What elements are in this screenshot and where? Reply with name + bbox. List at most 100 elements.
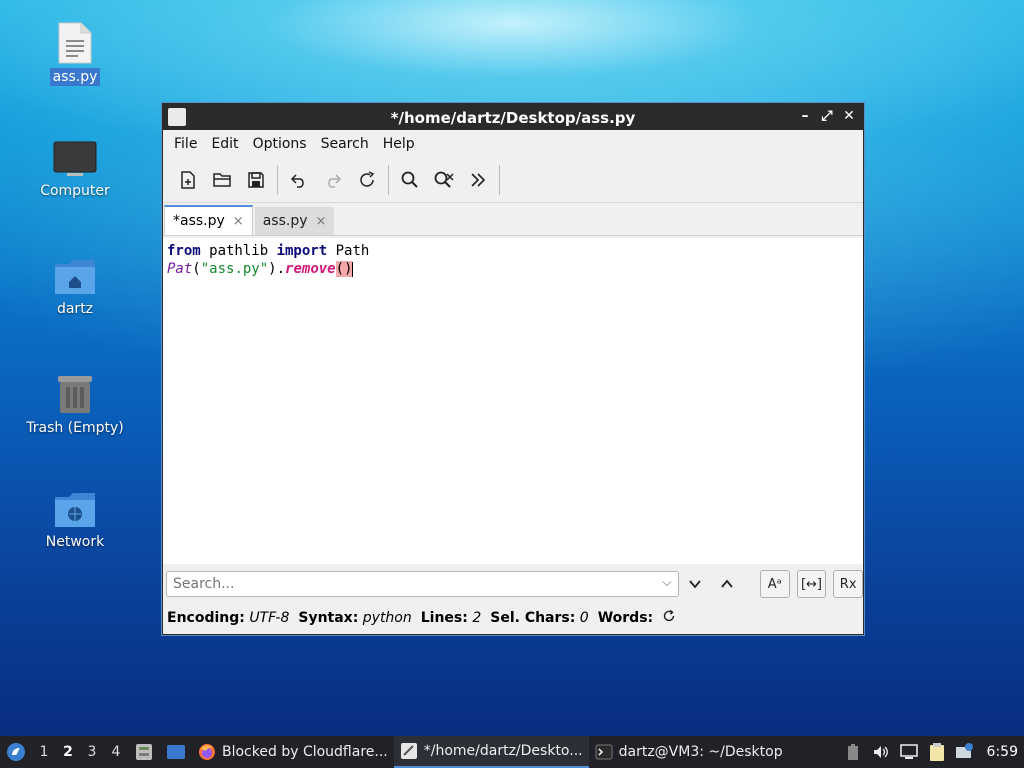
network-icon[interactable] [898, 741, 920, 763]
task-label: Blocked by Cloudflare... [222, 744, 388, 760]
tab-close-icon[interactable]: × [316, 214, 327, 229]
clock[interactable]: 6:59 [987, 744, 1018, 760]
double-chevron-right-icon [471, 173, 486, 187]
window-titlebar[interactable]: */home/dartz/Desktop/ass.py – ⤢ ✕ [163, 104, 863, 130]
update-notifier-icon[interactable] [954, 741, 976, 763]
window-title: */home/dartz/Desktop/ass.py [390, 109, 636, 127]
find-button[interactable] [393, 163, 427, 197]
chevron-down-icon[interactable]: ⌵ [662, 575, 671, 590]
search-input[interactable] [167, 572, 659, 596]
desktop-icon-computer[interactable]: Computer [20, 140, 130, 200]
battery-icon[interactable] [842, 741, 864, 763]
go-to-button[interactable] [461, 163, 495, 197]
refresh-icon [663, 609, 675, 622]
tab-ass-py[interactable]: ass.py × [254, 207, 335, 235]
tab-ass-py-modified[interactable]: *ass.py × [164, 205, 253, 235]
desktop-icon-label: Computer [40, 183, 110, 199]
toolbar-separator [499, 165, 500, 195]
new-document-button[interactable] [171, 163, 205, 197]
task-mousepad[interactable]: */home/dartz/Deskto... [393, 736, 589, 768]
code-paren: ( [192, 261, 201, 277]
save-button[interactable] [239, 163, 273, 197]
undo-button[interactable] [282, 163, 316, 197]
menu-file[interactable]: File [167, 136, 204, 152]
code-text: Path [327, 243, 370, 259]
refresh-words-button[interactable] [662, 609, 676, 627]
status-words: Words: [597, 610, 654, 626]
desktop-icon-trash[interactable]: Trash (Empty) [20, 373, 130, 437]
match-case-button[interactable]: Aᵃ [759, 570, 790, 598]
search-bar: ⌵ Aᵃ [↔] Rx [163, 564, 864, 604]
workspace-3[interactable]: 3 [80, 744, 104, 760]
desktop-icon [167, 745, 185, 759]
firefox-icon [199, 744, 215, 760]
find-replace-button[interactable] [427, 163, 461, 197]
task-firefox[interactable]: Blocked by Cloudflare... [192, 736, 394, 768]
undo-icon [290, 174, 304, 188]
code-paren: ). [268, 261, 286, 277]
volume-icon[interactable] [870, 741, 892, 763]
code-class-name: Pat [167, 261, 193, 277]
find-next-button[interactable] [681, 569, 711, 599]
desktop-icon-label: dartz [56, 301, 94, 317]
new-document-icon [181, 171, 195, 189]
encoding-value: UTF-8 [249, 610, 290, 626]
code-editor[interactable]: from pathlib import Path Pat("ass.py").r… [163, 238, 863, 564]
reload-icon [360, 171, 375, 187]
file-manager-launcher[interactable] [128, 736, 160, 768]
workspace-1[interactable]: 1 [32, 744, 56, 760]
open-button[interactable] [205, 163, 239, 197]
desktop-icon-dartz[interactable]: dartz [20, 258, 130, 318]
regex-button[interactable]: Rx [833, 570, 864, 598]
code-line-2: Pat("ass.py").remove() [167, 261, 859, 279]
lines-value: 2 [472, 610, 482, 626]
minimize-button[interactable]: – [797, 107, 813, 125]
menubar: File Edit Options Search Help [163, 130, 863, 158]
tab-label: ass.py [262, 213, 308, 229]
clipboard-icon[interactable] [926, 741, 948, 763]
whole-word-button[interactable]: [↔] [796, 570, 827, 598]
taskbar: 1 2 3 4 Blocked by Cloudflare... */home/… [0, 736, 1024, 768]
menu-edit[interactable]: Edit [204, 136, 245, 152]
find-previous-button[interactable] [712, 569, 742, 599]
code-text: pathlib [200, 243, 277, 259]
start-menu-button[interactable] [0, 736, 32, 768]
workspace-2[interactable]: 2 [56, 744, 80, 760]
status-bar: Encoding: UTF-8 Syntax: python Lines: 2 … [163, 604, 863, 632]
workspace-4[interactable]: 4 [104, 744, 128, 760]
redo-button[interactable] [316, 163, 350, 197]
tab-label: *ass.py [173, 213, 225, 229]
menu-options[interactable]: Options [246, 136, 314, 152]
menu-help[interactable]: Help [376, 136, 422, 152]
network-folder-icon [55, 493, 95, 527]
maximize-button[interactable]: ⤢ [819, 107, 835, 125]
menu-search[interactable]: Search [314, 136, 376, 152]
find-replace-icon [434, 171, 454, 188]
folder-open-icon [213, 173, 231, 187]
status-lines: Lines: 2 [420, 610, 482, 626]
show-desktop-button[interactable] [160, 736, 192, 768]
keyword-import: import [276, 243, 328, 259]
close-button[interactable]: ✕ [841, 107, 857, 125]
status-syntax[interactable]: Syntax: python [298, 610, 411, 626]
search-field[interactable]: ⌵ [166, 571, 679, 597]
reload-button[interactable] [350, 163, 384, 197]
matched-parens: () [335, 261, 353, 277]
system-tray: 6:59 [839, 741, 1024, 763]
text-cursor [352, 261, 354, 277]
text-editor-icon [400, 743, 417, 759]
search-icon [401, 171, 418, 188]
task-label: */home/dartz/Deskto... [423, 743, 583, 759]
task-terminal[interactable]: dartz@VM3: ~/Desktop [589, 736, 789, 768]
chevron-up-icon [721, 579, 733, 588]
desktop-icon-label: Trash (Empty) [26, 420, 124, 436]
desktop-icon-network[interactable]: Network [20, 491, 130, 551]
desktop-icon-ass-py[interactable]: ass.py [20, 22, 130, 86]
toolbar-separator [388, 165, 389, 195]
whisker-menu-icon [7, 743, 25, 761]
syntax-value: python [362, 610, 412, 626]
tab-close-icon[interactable]: × [233, 214, 244, 229]
trash-icon [58, 376, 92, 413]
code-method: remove [285, 261, 336, 277]
toolbar-separator [277, 165, 278, 195]
